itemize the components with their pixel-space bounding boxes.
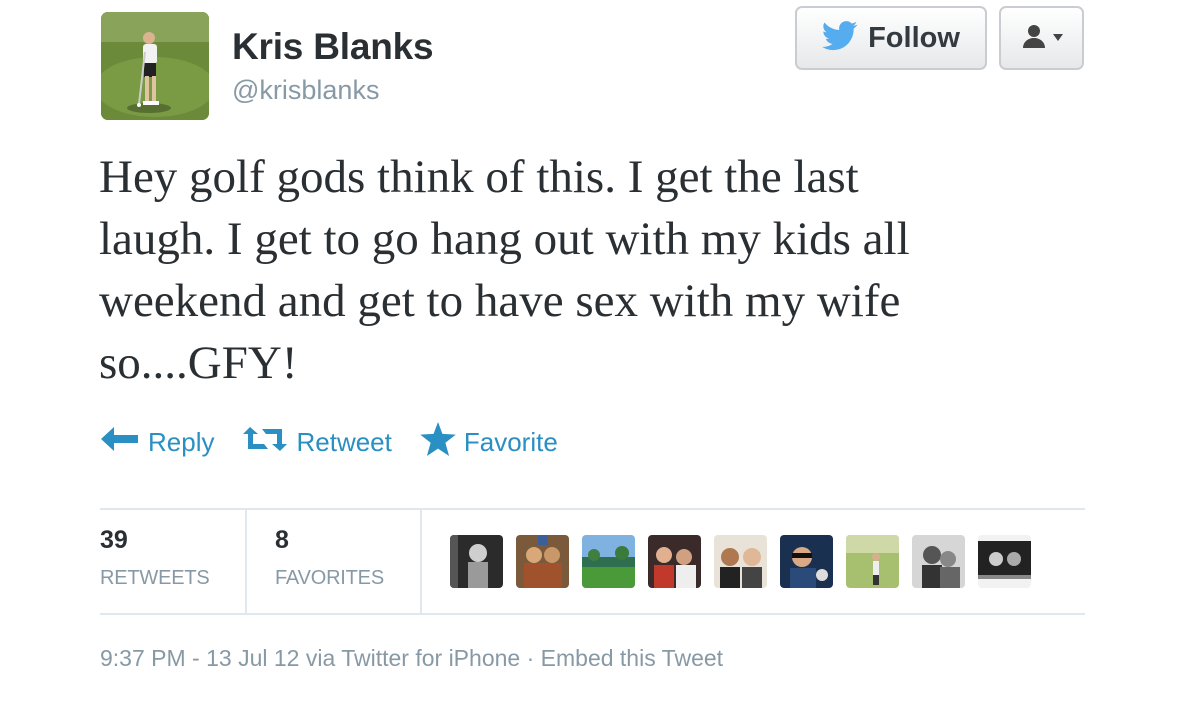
retweet-icon: [242, 425, 288, 460]
retweeter-avatar[interactable]: [450, 535, 503, 588]
follow-button[interactable]: Follow: [795, 6, 987, 70]
stats-separator: [420, 510, 422, 613]
retweeter-avatar[interactable]: [978, 535, 1031, 588]
retweet-action[interactable]: Retweet: [242, 425, 392, 460]
retweeter-avatar[interactable]: [714, 535, 767, 588]
favorites-label: FAVORITES: [275, 567, 384, 589]
retweet-label: Retweet: [296, 426, 392, 457]
tweet-meta: 9:37 PM - 13 Jul 12 via Twitter for iPho…: [100, 645, 723, 672]
user-fullname[interactable]: Kris Blanks: [232, 26, 434, 68]
tweet-timestamp[interactable]: 9:37 PM - 13 Jul 12: [100, 645, 299, 671]
meta-separator: ·: [526, 645, 535, 671]
retweeter-avatar[interactable]: [582, 535, 635, 588]
favorites-stat[interactable]: 8 FAVORITES: [275, 525, 384, 590]
reply-action[interactable]: Reply: [100, 426, 214, 459]
retweeter-avatar[interactable]: [912, 535, 965, 588]
embed-tweet-link[interactable]: Embed this Tweet: [541, 645, 723, 671]
retweeter-avatar[interactable]: [648, 535, 701, 588]
retweeter-avatar[interactable]: [846, 535, 899, 588]
retweeter-avatar[interactable]: [780, 535, 833, 588]
tweet-text-line: weekend and get to have sex with my wife: [99, 275, 901, 327]
tweet-text: Hey golf gods think of this. I get the l…: [99, 146, 1099, 394]
stats-bottom-divider: [100, 613, 1085, 615]
tweet-actions: Reply Retweet Favorite: [100, 420, 586, 464]
reply-icon: [100, 426, 140, 459]
favorite-action[interactable]: Favorite: [420, 421, 558, 463]
twitter-bird-icon: [822, 20, 858, 56]
retweeter-avatars: [450, 535, 1031, 588]
stats-top-divider: [100, 508, 1085, 510]
retweeter-avatar[interactable]: [516, 535, 569, 588]
reply-label: Reply: [148, 426, 215, 457]
tweet-text-line: laugh. I get to go hang out with my kids…: [99, 213, 910, 265]
follow-label: Follow: [868, 21, 960, 54]
tweet-text-line: so....GFY!: [99, 337, 298, 389]
stats-separator: [245, 510, 247, 613]
star-icon: [420, 421, 456, 463]
favorites-count: 8: [275, 526, 289, 554]
retweets-label: RETWEETS: [100, 567, 210, 589]
tweet-text-line: Hey golf gods think of this. I get the l…: [99, 151, 859, 203]
avatar[interactable]: [101, 12, 209, 120]
tweet-source: via Twitter for iPhone: [305, 645, 521, 671]
favorite-label: Favorite: [463, 426, 558, 457]
tweet-card: Kris Blanks @krisblanks Follow Hey golf …: [0, 0, 1200, 720]
retweets-stat[interactable]: 39 RETWEETS: [100, 525, 210, 590]
retweets-count: 39: [100, 526, 128, 554]
user-icon: [1021, 23, 1047, 54]
user-screen-name[interactable]: @krisblanks: [232, 75, 379, 106]
caret-down-icon: [1052, 29, 1063, 47]
user-actions-dropdown[interactable]: [999, 6, 1084, 70]
